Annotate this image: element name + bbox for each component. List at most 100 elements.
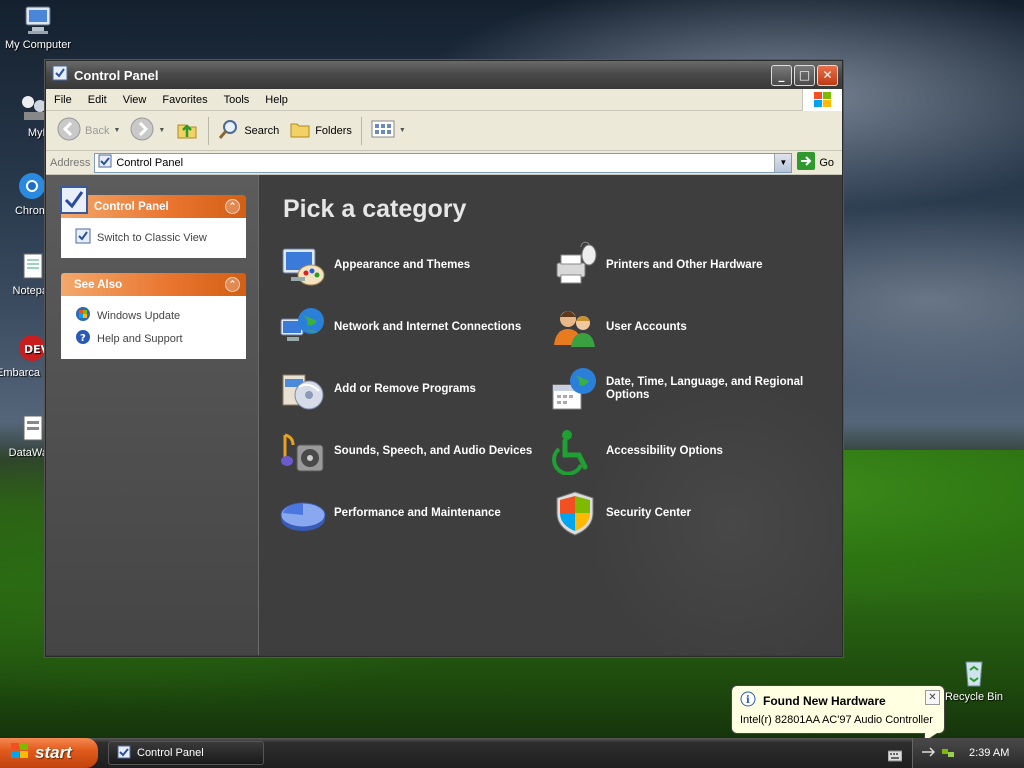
desktop-icon-label: Recycle Bin — [944, 691, 1004, 703]
date-time-icon — [551, 365, 599, 413]
menu-view[interactable]: View — [115, 94, 155, 106]
start-button[interactable]: start — [0, 738, 98, 768]
menu-tools[interactable]: Tools — [216, 94, 258, 106]
desktop-icon-my-computer[interactable]: My Computer — [0, 4, 76, 51]
balloon-close-button[interactable]: ✕ — [925, 690, 940, 705]
system-tray: 2:39 AM — [912, 738, 1024, 768]
appearance-icon — [279, 241, 327, 289]
forward-button[interactable]: ▼ — [125, 115, 170, 147]
back-button[interactable]: Back ▼ — [52, 115, 125, 147]
views-button[interactable]: ▼ — [366, 115, 411, 147]
found-new-hardware-balloon[interactable]: i Found New Hardware Intel(r) 82801AA AC… — [731, 685, 945, 743]
help-icon: ? — [75, 329, 91, 348]
page-title: Pick a category — [283, 195, 467, 223]
panel-title: Control Panel — [94, 200, 169, 213]
link-label: Help and Support — [97, 332, 183, 345]
desktop-icon-label: Notepa — [12, 285, 48, 297]
category-view: Pick a category Appearance and Themes Pr… — [259, 175, 842, 655]
category-label: Printers and Other Hardware — [606, 258, 763, 271]
category-performance-maintenance[interactable]: Performance and Maintenance — [279, 488, 551, 538]
address-value: Control Panel — [116, 156, 184, 169]
category-label: Add or Remove Programs — [334, 382, 476, 395]
safely-remove-hardware-icon[interactable] — [921, 745, 936, 762]
menu-favorites[interactable]: Favorites — [154, 94, 215, 106]
performance-icon — [279, 489, 327, 537]
menu-edit[interactable]: Edit — [80, 94, 115, 106]
switch-classic-view-link[interactable]: Switch to Classic View — [71, 226, 236, 249]
search-button[interactable]: Search — [213, 115, 284, 147]
desktop-icon-chrome[interactable]: Chrom — [0, 170, 48, 217]
network-icon — [279, 303, 327, 351]
category-sounds-speech-audio[interactable]: Sounds, Speech, and Audio Devices — [279, 426, 551, 476]
menu-bar: File Edit View Favorites Tools Help — [46, 89, 842, 111]
control-panel-window[interactable]: Control Panel _ □ ✕ File Edit View Favor… — [45, 60, 843, 657]
recycle-bin-icon — [958, 656, 990, 688]
address-field[interactable]: Control Panel ▼ — [94, 152, 793, 173]
title-bar[interactable]: Control Panel _ □ ✕ — [46, 61, 842, 89]
desktop-icon-recycle-bin[interactable]: Recycle Bin — [936, 656, 1012, 703]
forward-arrow-icon — [130, 117, 154, 144]
up-folder-icon — [175, 117, 199, 144]
panel-header[interactable]: Control Panel ⌃ — [60, 186, 246, 218]
address-dropdown-button[interactable]: ▼ — [774, 153, 792, 172]
menu-help[interactable]: Help — [257, 94, 296, 106]
maximize-button[interactable]: □ — [794, 64, 815, 86]
minimize-button[interactable]: _ — [771, 64, 792, 86]
see-also-panel: See Also ⌃ Windows Update ? Help and Sup… — [61, 273, 246, 359]
info-icon: i — [740, 691, 756, 710]
computer-icon — [22, 4, 54, 36]
folders-button[interactable]: Folders — [284, 115, 357, 147]
desktop-icon-embarcadero[interactable]: DEV Embarca Dev-C — [0, 332, 75, 379]
toolbar-separator — [360, 116, 362, 145]
category-add-remove-programs[interactable]: Add or Remove Programs — [279, 364, 551, 414]
control-panel-icon — [59, 185, 91, 220]
category-label: Accessibility Options — [606, 444, 723, 457]
collapse-chevron-icon[interactable]: ⌃ — [225, 199, 240, 214]
address-bar: Address Control Panel ▼ Go — [46, 151, 842, 175]
link-label: Windows Update — [97, 309, 181, 322]
category-printers-hardware[interactable]: Printers and Other Hardware — [551, 240, 823, 290]
category-label: User Accounts — [606, 320, 687, 333]
dropdown-arrow-icon[interactable]: ▼ — [158, 127, 165, 134]
panel-header[interactable]: See Also ⌃ — [61, 273, 246, 296]
close-button[interactable]: ✕ — [817, 64, 838, 86]
search-icon — [218, 118, 240, 143]
category-label: Performance and Maintenance — [334, 506, 501, 519]
windows-update-icon — [75, 306, 91, 325]
desktop-icon-datawa[interactable]: DataWa — [0, 412, 48, 459]
notepad-icon — [16, 250, 48, 282]
desktop-icon-label: Chrom — [14, 205, 48, 217]
users-icon — [551, 303, 599, 351]
category-accessibility[interactable]: Accessibility Options — [551, 426, 823, 476]
chrome-icon — [16, 170, 48, 202]
go-arrow-icon — [797, 152, 816, 173]
taskbar-button-control-panel[interactable]: Control Panel — [108, 741, 264, 765]
menu-file[interactable]: File — [46, 94, 80, 106]
desktop-icon-label: Embarca Dev-C — [0, 367, 75, 379]
category-user-accounts[interactable]: User Accounts — [551, 302, 823, 352]
category-network-internet[interactable]: Network and Internet Connections — [279, 302, 551, 352]
link-label: Switch to Classic View — [97, 231, 207, 244]
dropdown-arrow-icon[interactable]: ▼ — [399, 127, 406, 134]
category-label: Date, Time, Language, and Regional Optio… — [606, 376, 804, 401]
folders-label: Folders — [315, 124, 352, 137]
dropdown-arrow-icon[interactable]: ▼ — [113, 127, 120, 134]
clock[interactable]: 2:39 AM — [969, 747, 1009, 759]
up-folder-button[interactable] — [170, 115, 204, 147]
go-button[interactable]: Go — [797, 152, 838, 173]
keyboard-language-icon[interactable] — [887, 747, 903, 766]
devcpp-icon: DEV — [16, 332, 50, 364]
help-support-link[interactable]: ? Help and Support — [71, 327, 236, 350]
collapse-chevron-icon[interactable]: ⌃ — [225, 277, 240, 292]
category-security-center[interactable]: Security Center — [551, 488, 823, 538]
toolbar-separator — [208, 116, 210, 145]
category-appearance-themes[interactable]: Appearance and Themes — [279, 240, 551, 290]
desktop-icon-notepad[interactable]: Notepa — [0, 250, 48, 297]
category-date-time-regional[interactable]: Date, Time, Language, and Regional Optio… — [551, 364, 823, 414]
search-label: Search — [244, 124, 280, 137]
network-tray-icon[interactable] — [941, 745, 955, 762]
desktop-icon-label: DataWa — [8, 447, 48, 459]
windows-update-link[interactable]: Windows Update — [71, 304, 236, 327]
balloon-text: Intel(r) 82801AA AC'97 Audio Controller — [740, 714, 933, 726]
control-panel-icon — [75, 228, 91, 247]
